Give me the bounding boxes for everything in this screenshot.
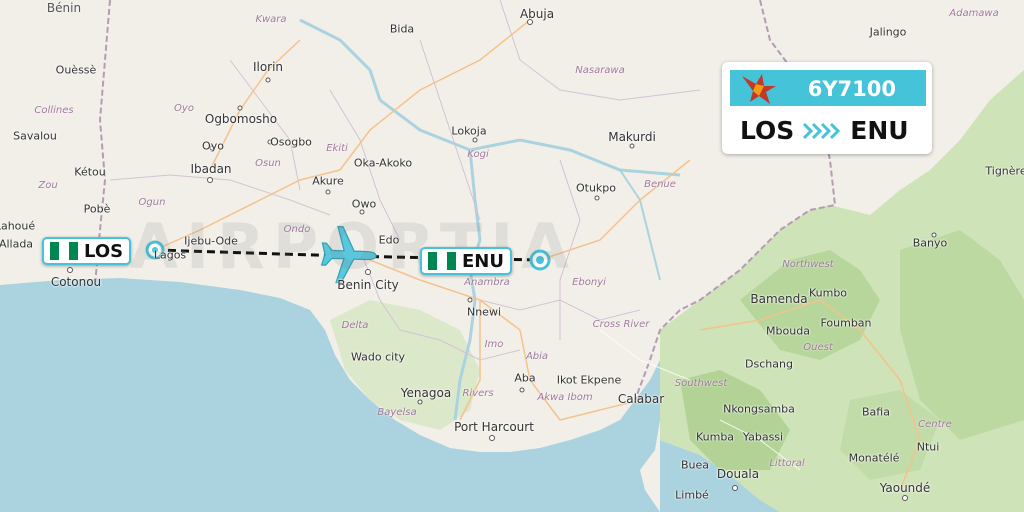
region-label: Ekiti xyxy=(326,143,348,154)
city-label: Banyo xyxy=(912,236,948,250)
region-label: Osun xyxy=(255,158,281,169)
region-label: Benue xyxy=(644,179,676,190)
city-label: Akure xyxy=(312,174,344,188)
flight-header: 6Y7100 xyxy=(730,70,926,106)
city-label: Kumba xyxy=(695,430,735,444)
city-label: Limbé xyxy=(675,488,709,502)
city-label: Lagos xyxy=(153,248,187,262)
nigeria-flag-icon xyxy=(50,242,78,260)
country-label: Bénin xyxy=(46,1,82,15)
city-label: Ibadan xyxy=(190,162,232,176)
city-label: Kumbo xyxy=(808,286,848,300)
city-label: Buea xyxy=(680,458,710,472)
nigeria-flag-icon xyxy=(428,252,456,270)
city-label: Abuja xyxy=(519,7,555,21)
region-label: Adamawa xyxy=(949,8,999,19)
city-label: Cotonou xyxy=(50,275,102,289)
origin-airport-tag[interactable]: LOS xyxy=(42,237,132,265)
region-label: Zou xyxy=(38,180,58,191)
city-label: Ogbomosho xyxy=(204,112,278,126)
region-label: Southwest xyxy=(674,378,728,389)
city-label: Makurdi xyxy=(608,130,656,144)
city-label: Allada xyxy=(0,237,34,251)
region-label: Oyo xyxy=(174,103,194,114)
city-label: Ijebu-Ode xyxy=(184,234,238,248)
city-label: Lokoja xyxy=(451,124,487,138)
city-label: Monatélé xyxy=(848,451,900,465)
city-label: Edo xyxy=(378,233,400,247)
city-label: Osogbo xyxy=(270,135,312,149)
city-label: Ilorin xyxy=(252,60,284,74)
region-label: Ouest xyxy=(803,342,833,353)
star-bird-logo-icon xyxy=(742,74,776,104)
city-label: Yabassi xyxy=(742,430,784,444)
region-label: Bayelsa xyxy=(377,407,417,418)
city-label: Otukpo xyxy=(575,181,617,195)
destination-airport-code: ENU xyxy=(462,250,504,272)
region-label: Kwara xyxy=(255,14,287,25)
city-label: Oyo xyxy=(202,139,224,153)
city-label: Tignère xyxy=(985,164,1024,178)
region-label: Imo xyxy=(484,339,504,350)
route-arrows-icon xyxy=(802,121,842,141)
city-label: Dschang xyxy=(745,357,793,371)
city-label: Foumban xyxy=(820,316,872,330)
city-label: Bafia xyxy=(862,405,890,419)
city-label: Mbouda xyxy=(766,324,810,338)
city-label: Calabar xyxy=(617,392,665,406)
city-label: Ikot Ekpene xyxy=(556,373,622,387)
origin-airport-code: LOS xyxy=(84,240,124,262)
city-label: Benin City xyxy=(337,278,399,292)
flight-info-card[interactable]: 6Y7100 LOS ENU xyxy=(722,62,932,154)
city-label: Aba xyxy=(514,371,536,385)
city-label: Ouèssè xyxy=(55,63,97,77)
region-label: Delta xyxy=(341,320,369,331)
city-label: Oka-Akoko xyxy=(353,156,413,170)
destination-airport-tag[interactable]: ENU xyxy=(420,247,512,275)
region-label: Anambra xyxy=(464,277,510,288)
region-label: Ondo xyxy=(283,224,311,235)
city-label: Nnewi xyxy=(466,305,502,319)
region-label: Akwa Ibom xyxy=(537,392,593,403)
city-label: Bamenda xyxy=(750,292,808,306)
region-label: Ebonyi xyxy=(572,277,606,288)
route-origin-code: LOS xyxy=(740,116,795,145)
city-label: Lahoué xyxy=(0,219,36,233)
region-label: Centre xyxy=(918,419,952,430)
region-label: Nasarawa xyxy=(575,65,625,76)
region-label: Cross River xyxy=(592,319,650,330)
city-label: Owo xyxy=(351,197,377,211)
region-label: Abia xyxy=(525,351,549,362)
city-label: Port Harcourt xyxy=(454,420,534,434)
city-label: Yaoundé xyxy=(879,481,931,495)
city-label: Ntui xyxy=(916,440,940,454)
city-label: Nkongsamba xyxy=(723,402,795,416)
route-destination-code: ENU xyxy=(850,116,909,145)
region-label: Collines xyxy=(34,105,74,116)
region-label: Rivers xyxy=(462,388,494,399)
region-label: Northwest xyxy=(782,259,834,270)
region-label: Kogi xyxy=(467,149,489,160)
city-label: Yenagoa xyxy=(400,386,452,400)
city-label: Wado city xyxy=(350,350,406,364)
city-label: Savalou xyxy=(13,129,57,143)
city-label: Kétou xyxy=(74,165,106,179)
city-label: Bida xyxy=(389,22,415,36)
city-label: Douala xyxy=(716,467,760,481)
flight-number: 6Y7100 xyxy=(807,77,896,101)
city-label: Pobè xyxy=(83,202,111,216)
flight-route: LOS ENU xyxy=(740,116,920,145)
region-label: Ogun xyxy=(138,197,166,208)
region-label: Littoral xyxy=(769,458,805,469)
city-label: Jalingo xyxy=(869,25,907,39)
